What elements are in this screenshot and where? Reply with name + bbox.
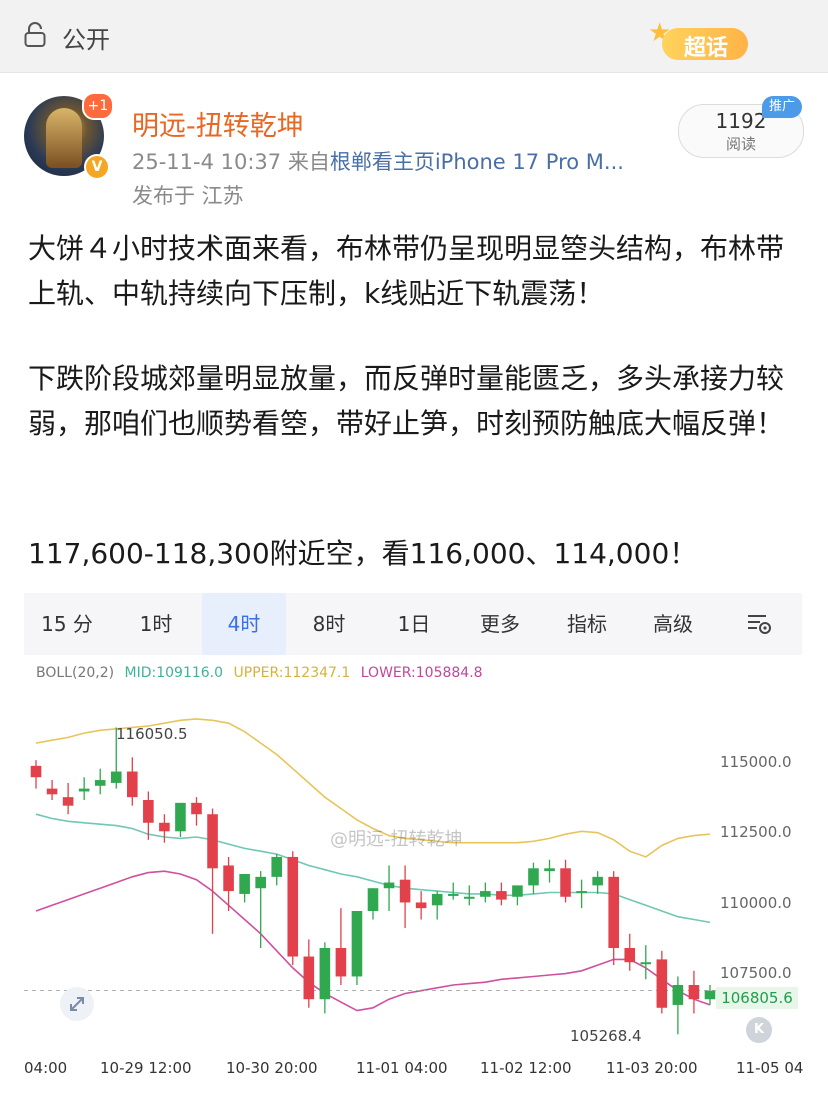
username[interactable]: 明远-扭转乾坤	[132, 104, 304, 143]
candle-body	[78, 788, 90, 792]
post-paragraph: 下跌阶段城郊量明显放量，而反弹时量能匮乏，多头承接力较弱，那咱们也顺势看箜，带好…	[28, 362, 785, 440]
candle-body	[415, 902, 427, 909]
candle-body	[255, 876, 266, 889]
tab-indicators[interactable]: 指标	[544, 593, 630, 655]
candle-body	[399, 879, 411, 903]
tab-1d[interactable]: 1日	[372, 593, 456, 655]
boll-upper: UPPER:112347.1	[233, 665, 351, 681]
candle-body	[688, 985, 700, 1000]
candle-body	[512, 885, 523, 897]
tab-advanced[interactable]: 高级	[630, 593, 716, 655]
tab-8h[interactable]: 8时	[286, 593, 372, 655]
chart-tabs: 15 分 1时 4时 8时 1日 更多 指标 高级	[24, 593, 802, 655]
tab-15m[interactable]: 15 分	[24, 593, 110, 655]
candle-body	[367, 888, 379, 911]
x-tick-label: 11-03 20:00	[606, 1059, 698, 1077]
candle-body	[239, 874, 250, 894]
top-bar: 公开 ★ 超话	[0, 0, 828, 73]
candlestick-chart	[24, 718, 724, 1035]
candle-body	[640, 962, 652, 965]
candle-body	[159, 822, 170, 832]
post-paragraph: 117,600-118,300附近空，看116,000、114,000！	[28, 537, 698, 570]
y-tick-label: 115000.0	[720, 753, 792, 771]
visibility-label[interactable]: 公开	[62, 20, 110, 55]
candle-body	[496, 891, 507, 900]
candle-body	[94, 780, 106, 786]
candle-body	[30, 765, 42, 778]
x-tick-label: 11-05 04	[736, 1059, 804, 1077]
candle-body	[143, 800, 154, 823]
candle-body	[560, 868, 571, 897]
source-prefix: 来自	[287, 150, 330, 174]
y-tick-label: 112500.0	[720, 823, 792, 841]
x-tick-label: 04:00	[24, 1059, 68, 1077]
boll-lower: LOWER:105884.8	[360, 665, 483, 681]
candle-body	[576, 891, 587, 894]
k-line-icon[interactable]: K	[746, 1017, 772, 1043]
candle-body	[704, 990, 716, 1000]
post-time: 25-11-4 10:37	[132, 150, 282, 174]
candle-body	[287, 856, 299, 957]
candle-body	[608, 876, 619, 948]
tab-1h[interactable]: 1时	[110, 593, 202, 655]
y-tick-label: 107500.0	[720, 964, 792, 982]
expand-icon[interactable]	[60, 987, 94, 1021]
candle-body	[191, 802, 202, 815]
x-tick-label: 11-01 04:00	[356, 1059, 448, 1077]
lock-icon	[24, 22, 46, 47]
candle-body	[592, 876, 603, 886]
candle-body	[319, 948, 331, 1000]
high-price-label: 116050.5	[116, 725, 188, 743]
candle-body	[271, 856, 283, 877]
chart-settings-icon[interactable]	[746, 611, 772, 637]
x-tick-label: 11-02 12:00	[480, 1059, 572, 1077]
read-label: 阅读	[725, 135, 756, 153]
candle-body	[351, 911, 363, 977]
post-location: 发布于 江苏	[132, 184, 244, 208]
candle-body	[46, 788, 58, 795]
candle-body	[207, 814, 218, 869]
promo-tag[interactable]: 推广	[762, 96, 802, 118]
candle-body	[431, 893, 443, 906]
candle-body	[528, 868, 539, 886]
tab-more[interactable]: 更多	[456, 593, 544, 655]
expand-arrows	[70, 997, 84, 1011]
candle-body	[624, 948, 636, 963]
candle-body	[110, 771, 122, 783]
post-meta: 25-11-4 10:37 来自根郸看主页iPhone 17 Pro M...	[132, 146, 624, 176]
candle-body	[480, 891, 491, 897]
tab-4h[interactable]: 4时	[202, 593, 286, 655]
post-source[interactable]: 根郸看主页iPhone 17 Pro M...	[330, 150, 624, 174]
post-paragraph: 大饼４小时技术面来看，布林带仍呈现明显箜头结构，布林带上轨、中轨持续向下压制，k…	[28, 232, 785, 310]
candle-body	[303, 956, 315, 1000]
avatar-figure	[46, 108, 82, 168]
y-tick-label: 110000.0	[720, 894, 792, 912]
candle-body	[223, 865, 234, 892]
chart-image[interactable]: 15 分 1时 4时 8时 1日 更多 指标 高级 BOLL(20,2) MID…	[24, 593, 804, 1093]
supertopic-badge[interactable]: ★ 超话	[648, 18, 758, 66]
candle-body	[383, 882, 395, 889]
candle-body	[463, 896, 475, 899]
x-tick-label: 10-30 20:00	[226, 1059, 318, 1077]
current-price-label: 106805.6	[716, 987, 798, 1009]
x-tick-label: 10-29 12:00	[100, 1059, 192, 1077]
avatar-plus-badge: +1	[82, 92, 114, 120]
candle-body	[175, 802, 186, 832]
boll-name: BOLL(20,2)	[36, 665, 115, 681]
watermark: @明远-扭转乾坤	[330, 829, 463, 850]
candle-body	[656, 959, 668, 1008]
boll-legend: BOLL(20,2) MID:109116.0 UPPER:112347.1 L…	[36, 665, 489, 681]
candle-body	[544, 868, 555, 872]
verified-icon: V	[84, 154, 110, 180]
candle-body	[62, 797, 74, 806]
candle-body	[672, 985, 684, 1005]
supertopic-label: 超话	[684, 36, 729, 61]
candle-body	[335, 948, 347, 977]
candle-body	[127, 771, 138, 798]
candle-body	[447, 893, 459, 896]
boll-mid: MID:109116.0	[124, 665, 224, 681]
low-price-label: 105268.4	[570, 1027, 642, 1045]
